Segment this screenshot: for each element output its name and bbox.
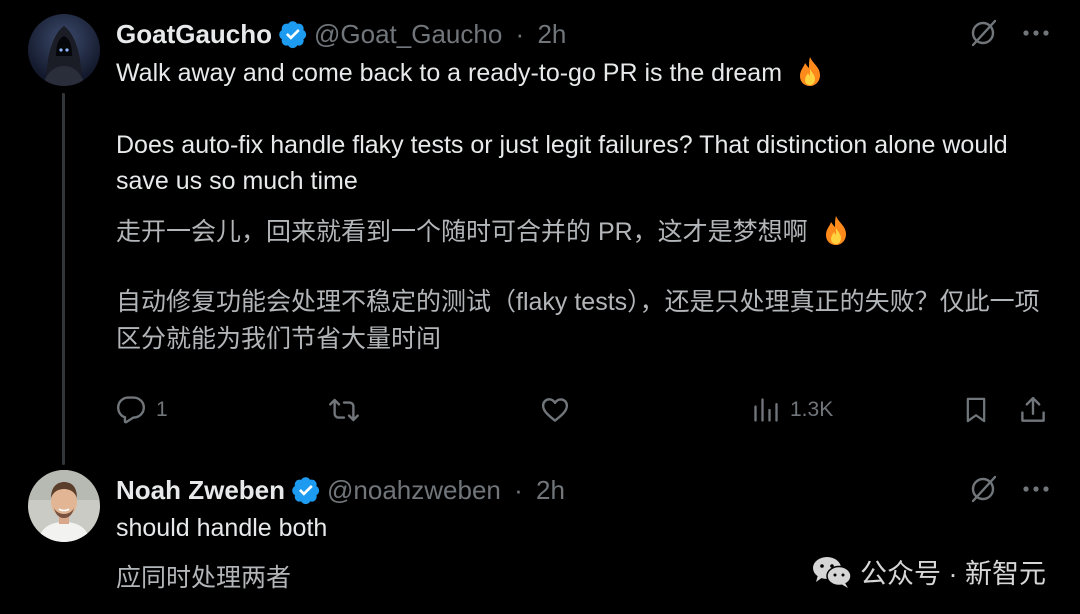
tweet-text: Walk away and come back to a ready-to-go… [116,55,1056,199]
views-icon [754,398,778,422]
timestamp[interactable]: 2h [537,19,566,49]
avatar[interactable] [28,14,100,86]
reply-icon [116,396,146,424]
tweet-text: should handle both [116,514,328,542]
display-name[interactable]: GoatGaucho [116,19,272,50]
display-name[interactable]: Noah Zweben [116,475,285,506]
action-bar: 1 1.3K [116,395,1052,429]
avatar[interactable] [28,470,100,542]
separator-dot: · [515,18,525,49]
verified-badge-icon [292,477,320,505]
tweet-top-actions [968,474,1050,504]
more-icon[interactable] [1022,485,1050,493]
retweet-button[interactable] [328,395,370,425]
like-icon [541,398,569,422]
separator-dot: · [514,474,523,505]
views-button[interactable]: 1.3K [752,395,833,425]
verified-badge-icon [279,21,307,49]
handle[interactable]: @Goat_Gaucho [314,19,502,49]
share-icon [1021,396,1045,422]
grok-icon[interactable] [968,18,998,48]
reply-count: 1 [156,398,168,421]
view-count: 1.3K [790,398,834,421]
bookmark-icon [966,397,986,423]
tweet-text-para2: Does auto-fix handle flaky tests or just… [116,131,1008,195]
timestamp[interactable]: 2h [536,475,565,505]
bookmark-button[interactable] [962,395,990,425]
reply-button[interactable]: 1 [116,395,168,425]
fire-emoji [825,216,846,245]
wechat-icon [813,556,852,588]
share-button[interactable] [1018,395,1048,425]
retweet-icon [329,398,359,422]
watermark-label: 公众号 · 新智元 [860,559,1046,589]
tweet-top-actions [968,18,1050,48]
translation-line1: 走开一会儿，回来就看到一个随时可合并的 PR，这才是梦想啊 [116,218,808,246]
translation-para2: 自动修复功能会处理不稳定的测试（flaky tests），还是只处理真正的失败？… [116,288,1040,353]
tweet-header: Noah Zweben @noahzweben · 2h [116,470,565,510]
translation: 走开一会儿，回来就看到一个随时可合并的 PR，这才是梦想啊 自动修复功能会处理不… [116,214,1056,358]
handle[interactable]: @noahzweben [327,475,501,505]
like-button[interactable] [540,395,580,425]
thread-line [62,93,65,465]
more-icon[interactable] [1022,29,1050,37]
grok-icon[interactable] [968,474,998,504]
tweet-header: GoatGaucho @Goat_Gaucho · 2h [116,14,566,54]
tweet-text-line1: Walk away and come back to a ready-to-go… [116,59,783,87]
watermark: 公众号 · 新智元 [812,552,1046,591]
tweet-goatgaucho[interactable]: GoatGaucho @Goat_Gaucho · 2h Walk away a… [0,0,1080,465]
fire-emoji [800,57,820,86]
